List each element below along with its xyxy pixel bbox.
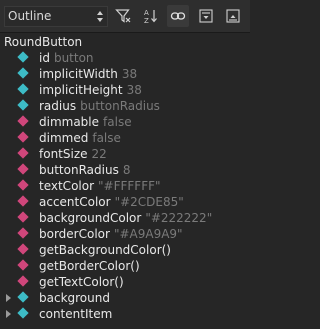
tree-item-background[interactable]: background [0,290,250,306]
item-label: dimmed false [39,131,121,145]
tree-root-item[interactable]: RoundButton [4,34,82,50]
tree-item-contentitem[interactable]: contentItem [0,306,250,322]
item-label: buttonRadius 8 [39,163,131,177]
expand-arrow-icon[interactable] [6,310,11,318]
item-label: implicitHeight 38 [39,83,142,97]
tree-item-dimmed[interactable]: dimmed false [0,130,250,146]
property-icon [17,83,29,95]
item-label: getTextColor() [39,275,124,289]
link-icon [170,12,186,20]
custom-property-icon [17,131,29,143]
item-label: contentItem [39,307,113,321]
tree-item-id[interactable]: id button [0,50,250,66]
item-label: getBorderColor() [39,259,140,273]
item-label: backgroundColor "#222222" [39,211,213,225]
item-label: radius buttonRadius [39,99,160,113]
item-label: id button [39,51,94,65]
tree-item-textcolor[interactable]: textColor "#FFFFFF" [0,178,250,194]
property-icon [17,67,29,79]
tree-item-implicitwidth[interactable]: implicitWidth 38 [0,66,250,82]
sort-icon: A Z [144,9,157,24]
link-button[interactable] [167,5,189,27]
expand-icon [199,9,213,23]
custom-property-icon [17,227,29,239]
property-icon [17,307,29,319]
tree-item-radius[interactable]: radius buttonRadius [0,98,250,114]
expand-all-button[interactable] [195,5,217,27]
filter-button[interactable] [112,5,134,27]
item-label: textColor "#FFFFFF" [39,179,161,193]
property-icon [17,99,29,111]
outline-toolbar: Outline A Z [0,0,250,33]
item-label: accentColor "#2CDE85" [39,195,184,209]
custom-property-icon [17,179,29,191]
collapse-icon [226,9,240,23]
collapse-all-button[interactable] [222,5,244,27]
item-label: implicitWidth 38 [39,67,138,81]
function-icon [17,259,29,271]
combo-arrows-icon [97,11,103,22]
item-label: getBackgroundColor() [39,243,171,257]
custom-property-icon [17,115,29,127]
svg-text:Z: Z [144,17,149,24]
custom-property-icon [17,211,29,223]
filter-icon [115,9,131,23]
tree-item-accentcolor[interactable]: accentColor "#2CDE85" [0,194,250,210]
tree-item-gettextcolor[interactable]: getTextColor() [0,274,250,290]
tree-item-implicitheight[interactable]: implicitHeight 38 [0,82,250,98]
property-icon [17,291,29,303]
expand-arrow-icon[interactable] [6,294,11,302]
item-label: borderColor "#A9A9A9" [39,227,183,241]
custom-property-icon [17,147,29,159]
function-icon [17,243,29,255]
custom-property-icon [17,195,29,207]
tree-item-backgroundcolor[interactable]: backgroundColor "#222222" [0,210,250,226]
function-icon [17,275,29,287]
item-label: background [39,291,110,305]
tree-item-fontsize[interactable]: fontSize 22 [0,146,250,162]
svg-text:A: A [144,9,149,17]
view-combo[interactable]: Outline [4,6,108,27]
item-label: fontSize 22 [39,147,107,161]
tree-item-getbordercolor[interactable]: getBorderColor() [0,258,250,274]
property-icon [17,51,29,63]
item-label: dimmable false [39,115,132,129]
sort-button[interactable]: A Z [140,5,162,27]
tree-item-buttonradius[interactable]: buttonRadius 8 [0,162,250,178]
tree-item-dimmable[interactable]: dimmable false [0,114,250,130]
tree-item-bordercolor[interactable]: borderColor "#A9A9A9" [0,226,250,242]
custom-property-icon [17,163,29,175]
view-combo-label: Outline [8,9,52,23]
tree-item-getbackgroundcolor[interactable]: getBackgroundColor() [0,242,250,258]
